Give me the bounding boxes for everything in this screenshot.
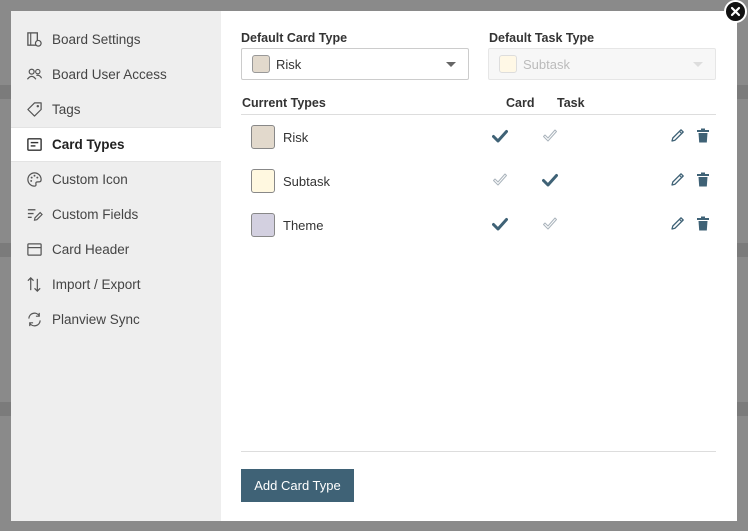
sidebar-item-planview-sync[interactable]: Planview Sync bbox=[11, 302, 221, 337]
task-checkbox[interactable] bbox=[542, 216, 558, 232]
task-checkbox[interactable] bbox=[542, 172, 558, 188]
sidebar-item-board-user-access[interactable]: Board User Access bbox=[11, 57, 221, 92]
card-header-icon bbox=[25, 241, 43, 259]
sidebar-item-label: Planview Sync bbox=[52, 312, 140, 327]
task-checkbox[interactable] bbox=[542, 128, 558, 144]
trash-icon[interactable] bbox=[696, 172, 710, 187]
sidebar-item-custom-fields[interactable]: Custom Fields bbox=[11, 197, 221, 232]
default-card-type-select[interactable]: Risk bbox=[241, 48, 469, 80]
pencil-icon[interactable] bbox=[670, 216, 685, 231]
sync-icon bbox=[25, 311, 43, 329]
sidebar-item-card-types[interactable]: Card Types bbox=[11, 127, 221, 162]
tag-icon bbox=[25, 101, 43, 119]
color-swatch bbox=[251, 125, 275, 149]
default-task-type-value: Subtask bbox=[523, 56, 570, 72]
sidebar-item-board-settings[interactable]: Board Settings bbox=[11, 22, 221, 57]
palette-icon bbox=[25, 171, 43, 189]
default-task-type-label: Default Task Type bbox=[489, 31, 595, 45]
sidebar-item-label: Custom Icon bbox=[52, 172, 128, 187]
trash-icon[interactable] bbox=[696, 128, 710, 143]
import-export-icon bbox=[25, 276, 43, 294]
color-swatch bbox=[251, 213, 275, 237]
task-column-header: Task bbox=[557, 96, 585, 110]
default-card-type-value: Risk bbox=[276, 56, 302, 72]
color-swatch bbox=[252, 55, 270, 73]
sidebar-item-label: Custom Fields bbox=[52, 207, 139, 222]
sidebar-item-label: Tags bbox=[52, 102, 81, 117]
sidebar-item-label: Board Settings bbox=[52, 32, 141, 47]
board-settings-modal: Board Settings Board User Access Tags Ca… bbox=[11, 11, 737, 521]
close-button[interactable] bbox=[724, 0, 747, 23]
settings-sidebar: Board Settings Board User Access Tags Ca… bbox=[11, 11, 221, 521]
card-checkbox[interactable] bbox=[492, 128, 508, 144]
card-type-name: Theme bbox=[283, 218, 324, 233]
card-types-icon bbox=[25, 136, 43, 154]
default-task-type-select[interactable]: Subtask bbox=[488, 48, 716, 80]
chevron-down-icon bbox=[446, 62, 456, 67]
sidebar-item-label: Card Header bbox=[52, 242, 130, 257]
sidebar-item-import-export[interactable]: Import / Export bbox=[11, 267, 221, 302]
pencil-icon[interactable] bbox=[670, 128, 685, 143]
card-checkbox[interactable] bbox=[492, 216, 508, 232]
card-checkbox[interactable] bbox=[492, 172, 508, 188]
card-types-panel: Default Card Type Risk Default Task Type… bbox=[221, 11, 737, 521]
footer-divider bbox=[241, 451, 716, 452]
sidebar-item-card-header[interactable]: Card Header bbox=[11, 232, 221, 267]
table-row: Theme bbox=[241, 203, 716, 247]
users-icon bbox=[25, 66, 43, 84]
chevron-down-icon bbox=[693, 62, 703, 67]
card-type-name: Risk bbox=[283, 130, 309, 145]
color-swatch bbox=[499, 55, 517, 73]
default-card-type-label: Default Card Type bbox=[241, 31, 348, 45]
trash-icon[interactable] bbox=[696, 216, 710, 231]
sidebar-item-label: Board User Access bbox=[52, 67, 167, 82]
pencil-icon[interactable] bbox=[670, 172, 685, 187]
color-swatch bbox=[251, 169, 275, 193]
current-types-header: Current Types bbox=[242, 96, 326, 110]
close-icon bbox=[730, 6, 741, 17]
sidebar-item-custom-icon[interactable]: Custom Icon bbox=[11, 162, 221, 197]
add-card-type-button[interactable]: Add Card Type bbox=[241, 469, 354, 502]
sidebar-item-label: Card Types bbox=[52, 137, 125, 152]
card-type-name: Subtask bbox=[283, 174, 330, 189]
custom-fields-icon bbox=[25, 206, 43, 224]
table-row: Risk bbox=[241, 115, 716, 159]
board-settings-icon bbox=[25, 31, 43, 49]
sidebar-item-label: Import / Export bbox=[52, 277, 141, 292]
card-column-header: Card bbox=[506, 96, 535, 110]
table-row: Subtask bbox=[241, 159, 716, 203]
sidebar-item-tags[interactable]: Tags bbox=[11, 92, 221, 127]
